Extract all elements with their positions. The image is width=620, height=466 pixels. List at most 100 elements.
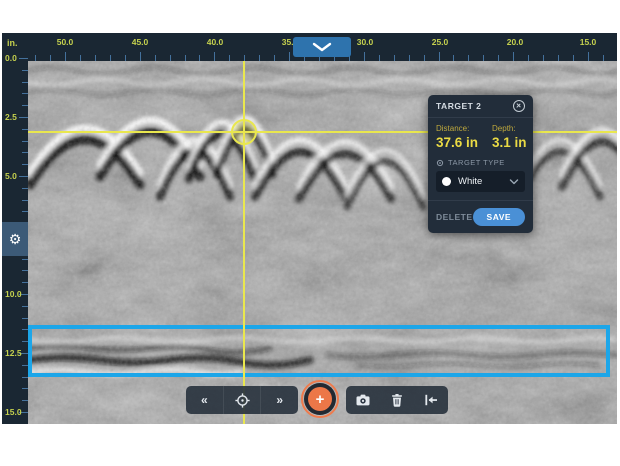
target-type-value: White bbox=[458, 176, 482, 187]
top-ruler-label: 50.0 bbox=[57, 37, 74, 47]
depth-region-highlight bbox=[28, 325, 610, 377]
ruler-tick bbox=[199, 55, 200, 61]
trash-icon bbox=[391, 394, 403, 407]
ruler-tick bbox=[22, 259, 28, 260]
delete-scan-button[interactable] bbox=[380, 386, 414, 414]
left-ruler-label: 12.5 bbox=[5, 348, 22, 358]
chevron-down-icon bbox=[509, 179, 519, 185]
screenshot-button[interactable] bbox=[346, 386, 380, 414]
ruler-tick bbox=[22, 341, 28, 342]
ruler-tick bbox=[274, 55, 275, 61]
white-color-swatch bbox=[442, 177, 451, 186]
chevron-down-icon bbox=[310, 41, 334, 53]
distance-metric: Distance: 37.6 in bbox=[436, 124, 478, 150]
center-target-button[interactable] bbox=[223, 386, 261, 414]
popup-title: TARGET 2 bbox=[436, 101, 481, 111]
close-icon[interactable] bbox=[513, 100, 525, 112]
ruler-tick bbox=[424, 55, 425, 61]
ruler-tick bbox=[573, 55, 574, 61]
crosshair-target-icon bbox=[235, 393, 250, 408]
ruler-tick bbox=[22, 306, 28, 307]
ruler-tick bbox=[22, 152, 28, 153]
ruler-tick bbox=[289, 52, 290, 61]
ruler-tick bbox=[498, 55, 499, 61]
top-ruler-label: 25.0 bbox=[432, 37, 449, 47]
ruler-tick bbox=[95, 55, 96, 61]
camera-icon bbox=[356, 394, 370, 406]
ruler-tick bbox=[394, 55, 395, 61]
ruler-tick bbox=[22, 377, 28, 378]
ruler-tick bbox=[558, 55, 559, 61]
ruler-tick bbox=[22, 200, 28, 201]
ruler-tick bbox=[22, 388, 28, 389]
ruler-tick bbox=[22, 400, 28, 401]
ruler-tick bbox=[19, 176, 28, 177]
double-chevron-left-icon: « bbox=[201, 394, 208, 406]
left-ruler-label: 5.0 bbox=[5, 171, 17, 181]
ruler-tick bbox=[185, 55, 186, 61]
settings-button[interactable]: ⚙ bbox=[2, 222, 28, 256]
ruler-tick bbox=[379, 55, 380, 61]
ruler-tick bbox=[483, 55, 484, 61]
ruler-tick bbox=[229, 55, 230, 61]
target-type-icon bbox=[436, 159, 444, 167]
plus-icon: + bbox=[316, 392, 325, 407]
ruler-tick bbox=[409, 55, 410, 61]
ruler-tick bbox=[603, 55, 604, 61]
top-ruler-label: 45.0 bbox=[132, 37, 149, 47]
go-to-start-button[interactable] bbox=[414, 386, 448, 414]
ruler-tick bbox=[364, 52, 365, 61]
ruler-tick bbox=[543, 55, 544, 61]
top-ruler-label: 40.0 bbox=[207, 37, 224, 47]
depth-metric: Depth: 3.1 in bbox=[492, 124, 527, 150]
ruler-tick bbox=[22, 270, 28, 271]
ruler-tick bbox=[170, 55, 171, 61]
save-button[interactable]: SAVE bbox=[473, 208, 526, 226]
ruler-tick bbox=[110, 55, 111, 61]
target-marker-circle[interactable] bbox=[231, 119, 257, 145]
ruler-tick bbox=[22, 105, 28, 106]
left-ruler-label: 10.0 bbox=[5, 289, 22, 299]
crosshair-vertical-line bbox=[243, 61, 245, 424]
next-target-button[interactable]: » bbox=[260, 386, 298, 414]
left-ruler-label: 0.0 bbox=[5, 53, 17, 63]
delete-button[interactable]: DELETE bbox=[436, 212, 473, 222]
distance-label: Distance: bbox=[436, 124, 478, 133]
ruler-tick bbox=[22, 164, 28, 165]
ruler-tick bbox=[22, 211, 28, 212]
gpr-scan-app: 50.045.040.035.030.025.020.015.0 0.02.55… bbox=[2, 33, 617, 424]
previous-target-button[interactable]: « bbox=[186, 386, 223, 414]
depth-value: 3.1 in bbox=[492, 135, 527, 150]
ruler-tick bbox=[513, 52, 514, 61]
skip-to-start-icon bbox=[424, 394, 438, 406]
add-target-button[interactable]: + bbox=[301, 380, 339, 418]
ruler-tick bbox=[22, 365, 28, 366]
actions-toolbar bbox=[346, 386, 448, 414]
distance-value: 37.6 in bbox=[436, 135, 478, 150]
ruler-tick bbox=[22, 70, 28, 71]
collapse-panel-tab[interactable] bbox=[293, 37, 351, 57]
top-ruler-label: 15.0 bbox=[580, 37, 597, 47]
ruler-tick bbox=[588, 52, 589, 61]
ruler-tick bbox=[22, 188, 28, 189]
ruler-tick bbox=[50, 55, 51, 61]
ruler-tick bbox=[22, 141, 28, 142]
ruler-tick bbox=[214, 52, 215, 61]
ruler-tick bbox=[22, 93, 28, 94]
navigation-toolbar: « » bbox=[186, 386, 298, 414]
top-ruler-label: 20.0 bbox=[507, 37, 524, 47]
target-type-dropdown[interactable]: White bbox=[436, 171, 525, 192]
ruler-tick bbox=[22, 318, 28, 319]
ruler-tick bbox=[35, 55, 36, 61]
ruler-tick bbox=[80, 55, 81, 61]
left-ruler-label: 2.5 bbox=[5, 112, 17, 122]
depth-label: Depth: bbox=[492, 124, 527, 133]
ruler-tick bbox=[22, 82, 28, 83]
gear-icon: ⚙ bbox=[9, 231, 22, 248]
ruler-tick bbox=[19, 58, 28, 59]
ruler-tick bbox=[19, 117, 28, 118]
ruler-tick bbox=[125, 55, 126, 61]
ruler-tick bbox=[22, 282, 28, 283]
ruler-tick bbox=[528, 55, 529, 61]
top-ruler-label: 30.0 bbox=[357, 37, 374, 47]
